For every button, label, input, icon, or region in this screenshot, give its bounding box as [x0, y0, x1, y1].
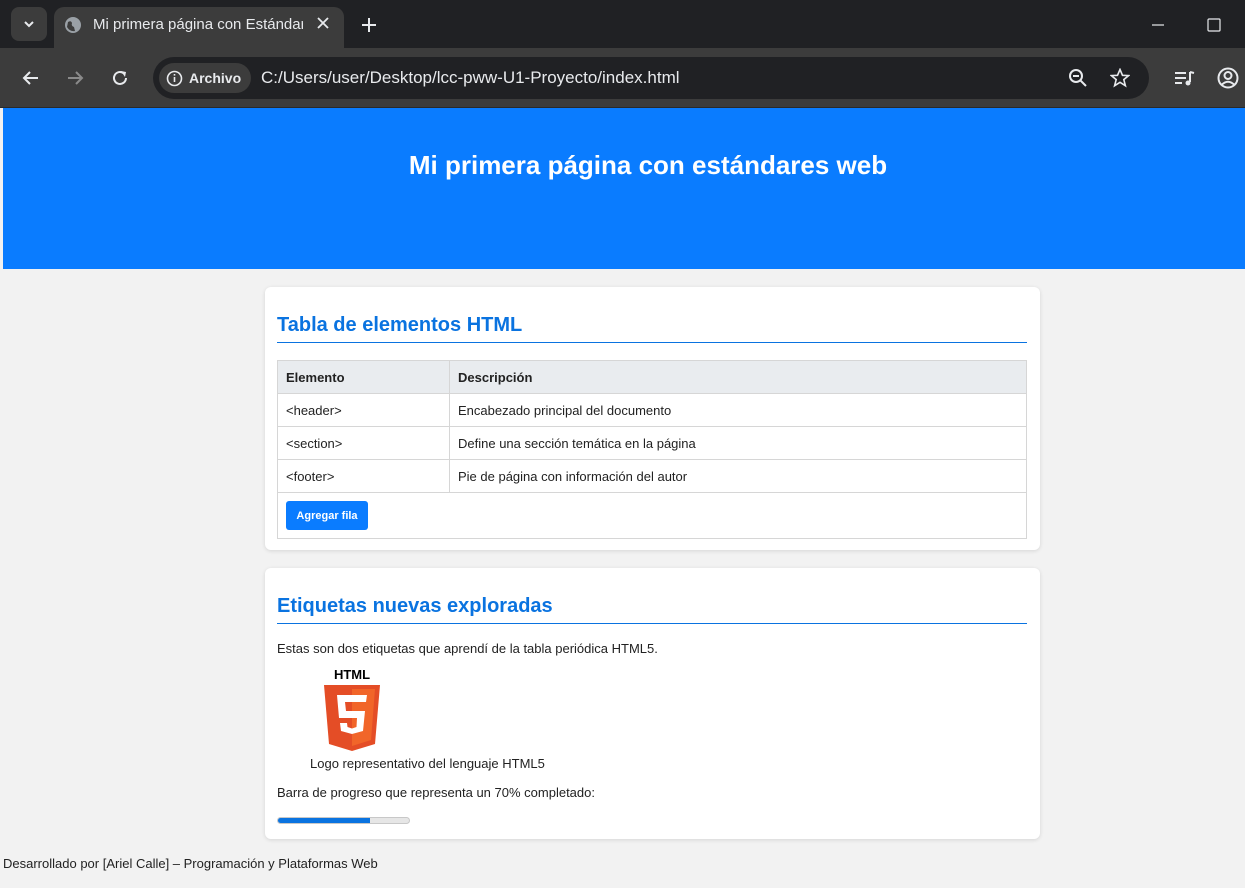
progress-bar: [277, 817, 410, 824]
table-cell-description: Pie de página con información del autor: [449, 459, 1027, 493]
tab-title: Mi primera página con Estándares web: [93, 16, 303, 33]
minimize-icon[interactable]: [1145, 12, 1171, 38]
info-icon: [166, 70, 183, 86]
progress-label: Barra de progreso que representa un 70% …: [277, 785, 595, 800]
address-bar[interactable]: Archivo C:/Users/user/Desktop/lcc-pww-U1…: [153, 57, 1149, 99]
tags-intro-text: Estas son dos etiquetas que aprendí de l…: [277, 641, 658, 656]
media-icon[interactable]: [1169, 63, 1199, 93]
elements-table: Elemento Descripción <header> Encabezado…: [277, 360, 1027, 539]
url-text[interactable]: C:/Users/user/Desktop/lcc-pww-U1-Proyect…: [261, 68, 680, 88]
page-content: Mi primera página con estándares web Tab…: [3, 108, 1245, 888]
button-row: Agregar fila: [277, 492, 1027, 539]
site-info-chip[interactable]: Archivo: [159, 63, 251, 93]
tags-card: Etiquetas nuevas exploradas Estas son do…: [265, 568, 1040, 839]
table-cell-description: Define una sección temática en la página: [449, 426, 1027, 460]
browser-toolbar: Archivo C:/Users/user/Desktop/lcc-pww-U1…: [0, 48, 1245, 108]
column-header-descripcion: Descripción: [449, 360, 1027, 394]
site-header: Mi primera página con estándares web: [3, 108, 1245, 269]
table-cell-element: <header>: [277, 393, 450, 427]
plus-icon[interactable]: [356, 12, 382, 38]
footer-text: Desarrollado por [Ariel Calle] – Program…: [3, 856, 378, 871]
table-section-heading: Tabla de elementos HTML: [277, 314, 1027, 343]
maximize-icon[interactable]: [1201, 12, 1227, 38]
back-icon[interactable]: [16, 63, 46, 93]
html5-logo: HTML: [324, 668, 380, 751]
page-title: Mi primera página con estándares web: [408, 150, 888, 180]
globe-icon: [65, 17, 81, 33]
progress-fill: [278, 818, 370, 823]
button-cell: Agregar fila: [277, 492, 1027, 539]
elements-table-card: Tabla de elementos HTML Elemento Descrip…: [265, 287, 1040, 550]
table-cell-element: <section>: [277, 426, 450, 460]
close-icon[interactable]: [311, 11, 335, 35]
address-chip-label: Archivo: [189, 70, 242, 86]
table-row: <header> Encabezado principal del docume…: [277, 393, 1027, 427]
table-cell-description: Encabezado principal del documento: [449, 393, 1027, 427]
star-icon[interactable]: [1107, 65, 1133, 91]
tags-section-heading: Etiquetas nuevas exploradas: [277, 595, 1027, 624]
profile-icon[interactable]: [1213, 63, 1243, 93]
table-row: <footer> Pie de página con información d…: [277, 459, 1027, 493]
html5-logo-text: HTML: [334, 668, 370, 682]
forward-icon[interactable]: [60, 63, 90, 93]
table-row: <section> Define una sección temática en…: [277, 426, 1027, 460]
column-header-elemento: Elemento: [277, 360, 450, 394]
table-header-row: Elemento Descripción: [277, 360, 1027, 394]
logo-caption: Logo representativo del lenguaje HTML5: [310, 756, 545, 771]
reload-icon[interactable]: [105, 63, 135, 93]
tab-strip: Mi primera página con Estándares web: [0, 0, 1245, 48]
tab-search-icon[interactable]: [11, 7, 47, 41]
add-row-button[interactable]: Agregar fila: [286, 501, 368, 530]
table-cell-element: <footer>: [277, 459, 450, 493]
zoom-icon[interactable]: [1065, 65, 1091, 91]
browser-tab[interactable]: Mi primera página con Estándares web: [54, 7, 344, 48]
